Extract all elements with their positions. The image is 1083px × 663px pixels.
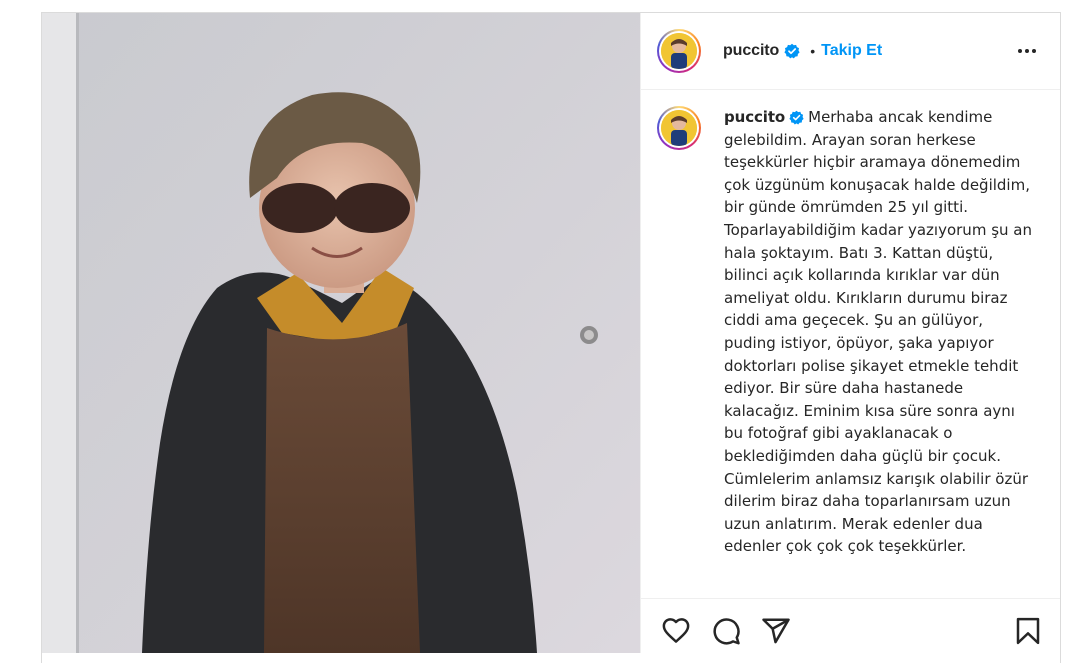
- verified-badge-icon: [784, 43, 800, 59]
- caption-avatar[interactable]: [657, 106, 701, 150]
- comment-icon[interactable]: [711, 616, 741, 646]
- post-header: puccito • Takip Et: [641, 13, 1060, 90]
- share-icon[interactable]: [761, 616, 791, 646]
- caption-username[interactable]: puccito: [724, 108, 785, 126]
- caption-avatar-image: [661, 110, 697, 146]
- avatar-image: [661, 33, 697, 69]
- avatar[interactable]: [657, 29, 701, 73]
- photo-child-in-sunglasses: [42, 13, 640, 653]
- heart-icon[interactable]: [661, 616, 691, 646]
- bookmark-icon[interactable]: [1013, 616, 1043, 646]
- instagram-post: puccito • Takip Et puccito Merhaba ancak…: [41, 12, 1061, 663]
- post-sidebar: puccito • Takip Et puccito Merhaba ancak…: [640, 13, 1060, 654]
- caption-verified-badge-icon: [789, 110, 804, 125]
- follow-button[interactable]: Takip Et: [821, 42, 882, 60]
- caption-row: puccito Merhaba ancak kendime gelebildim…: [641, 90, 1060, 558]
- comments-section[interactable]: puccito Merhaba ancak kendime gelebildim…: [641, 90, 1060, 598]
- post-caption: puccito Merhaba ancak kendime gelebildim…: [724, 106, 1034, 558]
- caption-text: Merhaba ancak kendime gelebildim. Arayan…: [724, 108, 1032, 556]
- post-photo[interactable]: [42, 13, 640, 653]
- more-options-icon[interactable]: [1015, 39, 1039, 63]
- username[interactable]: puccito: [723, 42, 779, 60]
- action-bar: [641, 598, 1060, 654]
- separator-dot: •: [810, 43, 816, 59]
